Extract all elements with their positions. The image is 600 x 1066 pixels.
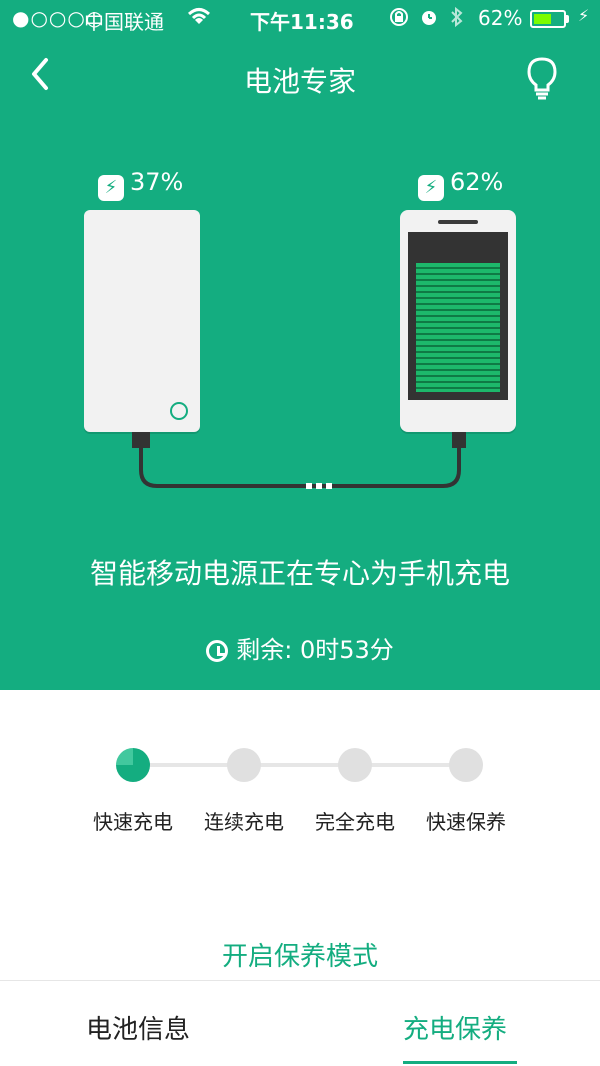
tab-battery-info[interactable]: 电池信息	[86, 1009, 190, 1046]
step-label: 连续充电	[204, 810, 284, 834]
powerbank-plug	[132, 432, 150, 448]
step-dot-full-charge	[338, 748, 372, 782]
tab-bar: 电池信息 充电保养	[0, 980, 600, 1066]
steps-track	[134, 763, 470, 767]
cable-wire	[139, 448, 461, 488]
remaining-time: 剩余: 0时53分	[0, 630, 600, 665]
step-dot-fast-charge	[116, 748, 150, 782]
header-panel: ●○○○○ 中国联通 下午11:36 62% ⚡ 电池专家 ⚡ 37% ⚡ 62…	[0, 0, 600, 690]
enable-maintenance-mode-button[interactable]: 开启保养模式	[0, 936, 600, 973]
cable-dot	[306, 483, 312, 489]
tab-charging-maintenance[interactable]: 充电保养	[403, 1009, 507, 1046]
step-dot-fast-maintenance	[449, 748, 483, 782]
phone-plug	[452, 432, 466, 448]
clock-icon	[206, 640, 229, 662]
step-label: 快速充电	[93, 810, 173, 834]
cable-dot	[326, 483, 332, 489]
step-label: 快速保养	[426, 810, 506, 834]
step-dot-continuous-charge	[227, 748, 261, 782]
step-label: 完全充电	[315, 810, 395, 834]
selected-tab-indicator	[403, 1061, 517, 1064]
remaining-time-text: 剩余: 0时53分	[236, 636, 394, 664]
cable-dot	[316, 483, 322, 489]
charging-message: 智能移动电源正在专心为手机充电	[89, 557, 510, 590]
charging-steps: 快速充电 连续充电 完全充电 快速保养	[0, 730, 600, 850]
